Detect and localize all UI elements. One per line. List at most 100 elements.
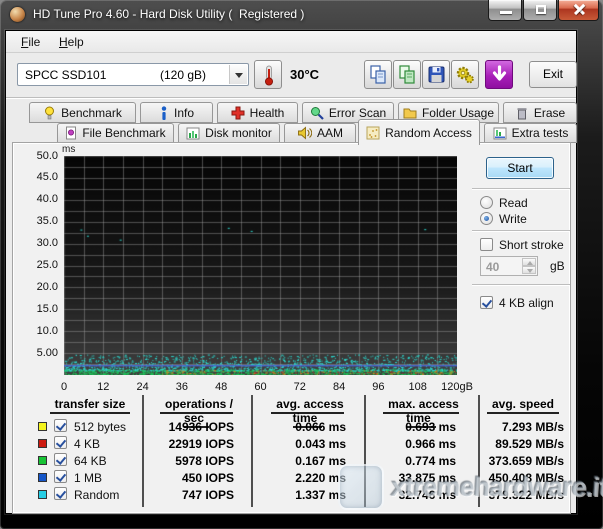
tab-erase[interactable]: Erase — [503, 102, 577, 123]
operations-value: 14936 IOPS — [146, 420, 234, 434]
temperature-button[interactable] — [254, 60, 282, 89]
operations-value: 22919 IOPS — [146, 437, 234, 451]
drive-name: SPCC SSD101 — [25, 68, 106, 82]
avg-speed-value: 373.659 MB/s — [480, 454, 564, 468]
separator — [472, 284, 570, 286]
close-button[interactable] — [558, 0, 599, 21]
folder-icon — [403, 106, 417, 119]
menu-file[interactable]: File — [16, 34, 45, 50]
short-stroke-label: Short stroke — [499, 238, 564, 252]
max-access-value: 33.875 ms — [367, 471, 456, 485]
spin-up-icon — [527, 261, 533, 265]
save-button[interactable] — [422, 60, 450, 89]
tab-info[interactable]: Info — [140, 102, 213, 123]
app-window: HD Tune Pro 4.60 - Hard Disk Utility ( R… — [0, 0, 603, 529]
copy-results-button[interactable] — [393, 60, 421, 89]
short-stroke-checkbox[interactable] — [480, 238, 493, 251]
max-access-value: 0.966 ms — [367, 437, 456, 451]
x-tick-label: 96 — [372, 381, 384, 393]
short-stroke-size-value: 40 — [486, 260, 499, 274]
drive-capacity: (120 gB) — [160, 68, 206, 82]
options-icon — [455, 64, 476, 86]
series-color-swatch — [38, 490, 47, 499]
tab-label: Random Access — [385, 126, 472, 140]
tab-disk-monitor[interactable]: Disk monitor — [178, 123, 280, 143]
tab-label: Erase — [534, 106, 565, 120]
row-label: 512 bytes — [74, 420, 126, 434]
write-radio[interactable] — [480, 212, 493, 225]
dropdown-arrow-icon — [235, 73, 243, 78]
table-row: 1 MB 450 IOPS 2.220 ms 33.875 ms 450.408… — [14, 470, 571, 486]
read-radio[interactable] — [480, 196, 493, 209]
tab-health[interactable]: Health — [217, 102, 298, 123]
menu-bar: File Help — [6, 31, 576, 53]
spin-down-button[interactable] — [522, 266, 536, 274]
info-icon — [159, 106, 169, 120]
row-checkbox-512-bytes[interactable] — [54, 419, 67, 432]
maximize-button[interactable] — [523, 0, 557, 21]
series-color-swatch — [38, 439, 47, 448]
y-tick-label: 5.00 — [14, 347, 58, 360]
row-label: 64 KB — [74, 454, 107, 468]
tab-label: Info — [174, 106, 194, 120]
avg-access-value: 0.167 ms — [254, 454, 346, 468]
x-tick-label: 72 — [294, 381, 306, 393]
row-checkbox-64kb[interactable] — [54, 453, 67, 466]
x-tick-label: 108 — [409, 381, 427, 393]
exit-button[interactable]: Exit — [529, 61, 577, 88]
4kb-align-label: 4 KB align — [499, 296, 554, 310]
col-header-avg-speed: avg. speed — [482, 397, 564, 411]
scatter-dots-icon — [366, 126, 380, 140]
maximize-icon — [536, 5, 546, 14]
avg-speed-value: 7.293 MB/s — [480, 420, 564, 434]
table-row: 64 KB 5978 IOPS 0.167 ms 0.774 ms 373.65… — [14, 453, 571, 469]
tab-benchmark[interactable]: Benchmark — [29, 102, 136, 123]
x-tick-label: 60 — [254, 381, 266, 393]
tab-extra-tests[interactable]: Extra tests — [484, 123, 577, 143]
row-checkbox-1mb[interactable] — [54, 470, 67, 483]
avg-access-value: 0.043 ms — [254, 437, 346, 451]
dropdown-arrow-box[interactable] — [229, 65, 247, 84]
4kb-align-checkbox[interactable] — [480, 296, 493, 309]
app-icon — [10, 7, 25, 22]
copy-button[interactable] — [364, 60, 392, 89]
tab-random-access[interactable]: Random Access — [358, 119, 480, 145]
minimize-button[interactable] — [488, 0, 522, 21]
y-tick-label: 40.0 — [14, 193, 58, 206]
row-checkbox-4kb[interactable] — [54, 436, 67, 449]
drive-select[interactable]: SPCC SSD101 (120 gB) — [17, 63, 249, 86]
tab-label: Error Scan — [329, 106, 386, 120]
operations-value: 5978 IOPS — [146, 454, 234, 468]
separator — [472, 188, 570, 190]
minimize-icon — [500, 11, 512, 14]
extra-tests-icon — [493, 127, 507, 140]
short-stroke-unit-label: gB — [550, 259, 565, 273]
table-row: Random 747 IOPS 1.337 ms 32.746 ms 379.3… — [14, 487, 571, 503]
tab-file-benchmark[interactable]: File Benchmark — [57, 123, 174, 143]
tab-label: Extra tests — [512, 126, 569, 140]
options-button[interactable] — [451, 60, 479, 89]
max-access-value: 32.746 ms — [367, 488, 456, 502]
update-button[interactable] — [485, 60, 513, 89]
avg-access-value: 1.337 ms — [254, 488, 346, 502]
menu-help[interactable]: Help — [54, 34, 89, 50]
magnifier-icon — [310, 106, 324, 120]
spin-down-icon — [527, 269, 533, 273]
health-cross-icon — [231, 106, 245, 120]
random-access-scatter-canvas — [64, 156, 457, 375]
max-access-value: 0.774 ms — [367, 454, 456, 468]
start-button[interactable]: Start — [486, 157, 554, 179]
window-title: HD Tune Pro 4.60 - Hard Disk Utility ( R… — [33, 7, 304, 21]
tab-label: Health — [250, 106, 285, 120]
table-row: 512 bytes 14936 IOPS 0.066 ms 0.693 ms 7… — [14, 419, 571, 435]
x-tick-label: 84 — [333, 381, 345, 393]
max-access-value: 0.693 ms — [367, 420, 456, 434]
short-stroke-size-input[interactable]: 40 — [480, 256, 538, 276]
col-header-transfer-size: transfer size — [38, 397, 142, 411]
tab-aam[interactable]: AAM — [284, 123, 356, 143]
trash-icon — [515, 106, 529, 120]
spin-up-button[interactable] — [522, 258, 536, 266]
x-tick-label: 48 — [215, 381, 227, 393]
title-bar[interactable]: HD Tune Pro 4.60 - Hard Disk Utility ( R… — [0, 0, 603, 30]
row-checkbox-random[interactable] — [54, 487, 67, 500]
